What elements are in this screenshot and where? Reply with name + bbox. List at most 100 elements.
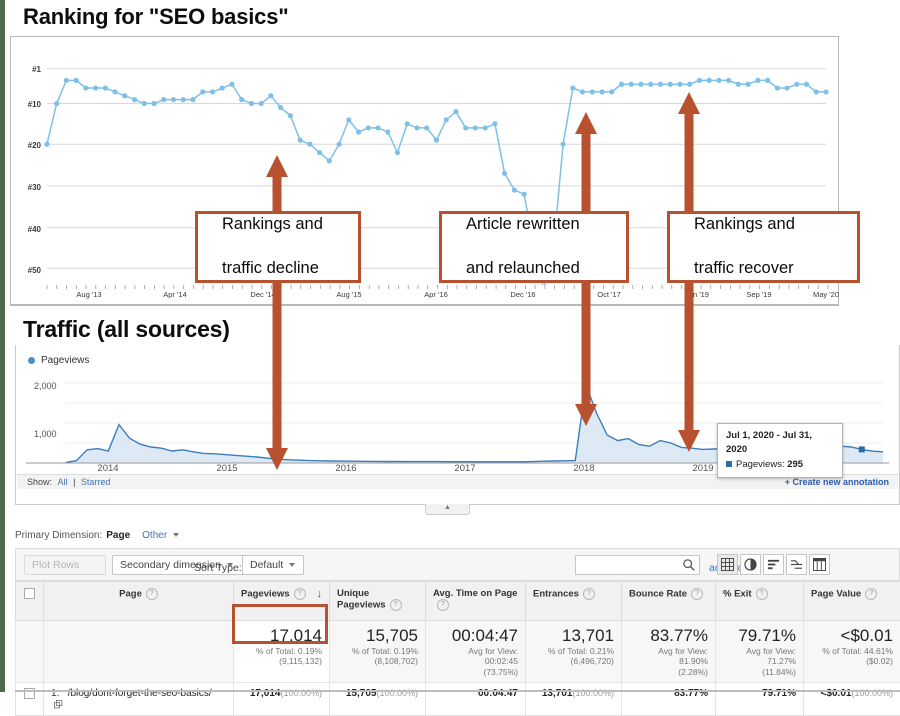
row-bounce-rate-cell: 83.77%: [622, 683, 716, 716]
sort-type-value: Default: [250, 559, 283, 571]
summary-sub1-bounce-rate: Avg for View: 81.90%: [629, 646, 708, 667]
row-page-cell: 1. /blog/dont-forget-the-seo-basics/: [44, 683, 234, 716]
traffic-xtick-2018: 2018: [573, 463, 594, 474]
show-starred-link[interactable]: Starred: [81, 477, 111, 487]
column-header-page[interactable]: Page?: [44, 582, 234, 621]
annotation-recover-line2: traffic recover: [682, 258, 795, 280]
help-icon[interactable]: ?: [865, 588, 877, 600]
search-input[interactable]: [576, 558, 676, 576]
comparison-view-button[interactable]: [786, 554, 807, 575]
performance-view-button[interactable]: [763, 554, 784, 575]
column-label-avg-time-on-page: Avg. Time on Page: [433, 588, 517, 599]
row-pageviews-cell: 17,014(100.00%): [234, 683, 330, 716]
ranking-ytick-50: #50: [15, 266, 41, 275]
sort-type-select[interactable]: Default: [242, 555, 304, 575]
column-header-exit-pct[interactable]: % Exit?: [716, 582, 804, 621]
help-icon[interactable]: ?: [437, 599, 449, 611]
chevron-down-icon: [289, 563, 295, 567]
summary-value-entrances: 13,701: [533, 626, 614, 646]
traffic-xtick-2016: 2016: [335, 463, 356, 474]
primary-dimension-row: Primary Dimension:PageOther: [15, 530, 179, 541]
pie-view-button[interactable]: [740, 554, 761, 575]
traffic-xtick-2015: 2015: [216, 463, 237, 474]
summary-sub1-page-value: % of Total: 44.61%: [811, 646, 893, 657]
column-header-bounce-rate[interactable]: Bounce Rate?: [622, 582, 716, 621]
summary-cell-unique-pageviews: 15,705 % of Total: 0.19% (8,108,702): [330, 621, 426, 683]
select-all-checkbox[interactable]: [24, 588, 35, 599]
ranking-xtick-3: Aug '15: [336, 290, 361, 299]
search-icon[interactable]: [682, 558, 696, 572]
column-label-pageviews: Pageviews: [241, 589, 290, 600]
chevron-down-icon: [173, 533, 179, 537]
help-icon[interactable]: ?: [583, 588, 595, 600]
ranking-xtick-0: Aug '13: [76, 290, 101, 299]
summary-value-bounce-rate: 83.77%: [629, 626, 708, 646]
summary-sub2-unique-pageviews: (8,108,702): [337, 656, 418, 667]
table-view-button[interactable]: [717, 554, 738, 575]
ranking-xtick-9: May '20: [813, 290, 839, 299]
traffic-ytick-1000: 1,000: [34, 429, 57, 439]
ranking-ytick-40: #40: [15, 225, 41, 234]
help-icon[interactable]: ?: [756, 588, 768, 600]
summary-cell-page-value: <$0.01 % of Total: 44.61% ($0.02): [804, 621, 900, 683]
summary-sub1-exit-pct: Avg for View: 71.27%: [723, 646, 796, 667]
show-label: Show:: [27, 477, 52, 487]
pivot-view-button[interactable]: [809, 554, 830, 575]
annotation-decline-line1: Rankings and: [210, 214, 323, 236]
search-box[interactable]: [575, 555, 700, 575]
ranking-xtick-2: Dec '14: [250, 290, 275, 299]
row-select-cell[interactable]: [16, 683, 44, 716]
sort-descending-icon[interactable]: ↓: [317, 588, 323, 600]
summary-cell-exit-pct: 79.71% Avg for View: 71.27% (11.84%): [716, 621, 804, 683]
help-icon[interactable]: ?: [390, 599, 402, 611]
summary-sub2-exit-pct: (11.84%): [723, 667, 796, 678]
annotation-callout-decline: Rankings and traffic decline: [195, 211, 361, 283]
ranking-xtick-5: Dec '16: [510, 290, 535, 299]
ranking-xtick-4: Apr '16: [424, 290, 448, 299]
primary-dimension-other-menu[interactable]: Other: [142, 530, 167, 541]
pageviews-total-highlight: [232, 604, 328, 644]
pie-chart-icon: [744, 558, 757, 571]
traffic-selected-point-marker: [859, 446, 865, 452]
create-new-annotation-link[interactable]: + Create new annotation: [785, 477, 889, 487]
traffic-xtick-2014: 2014: [97, 463, 118, 474]
open-in-new-window-icon[interactable]: [54, 700, 63, 709]
help-icon[interactable]: ?: [691, 588, 703, 600]
plot-rows-button[interactable]: Plot Rows: [24, 555, 106, 575]
summary-sub2-pageviews: (9,115,132): [241, 656, 322, 667]
ranking-xtick-7: Jan '19: [685, 290, 709, 299]
column-header-unique-pageviews[interactable]: Unique Pageviews?: [330, 582, 426, 621]
annotation-recover-line1: Rankings and: [682, 214, 795, 236]
summary-cell-bounce-rate: 83.77% Avg for View: 81.90% (2.28%): [622, 621, 716, 683]
traffic-xtick-2019: 2019: [692, 463, 713, 474]
column-header-entrances[interactable]: Entrances?: [526, 582, 622, 621]
traffic-tooltip: Jul 1, 2020 - Jul 31, 2020 Pageviews: 29…: [717, 423, 843, 478]
annotation-callout-recover: Rankings and traffic recover: [667, 211, 860, 283]
column-label-page: Page: [119, 589, 142, 600]
traffic-ytick-2000: 2,000: [34, 381, 57, 391]
ranking-ytick-10: #10: [15, 100, 41, 109]
tooltip-metric-label: Pageviews:: [736, 459, 785, 470]
ranking-ytick-20: #20: [15, 141, 41, 150]
summary-sub1-pageviews: % of Total: 0.19%: [241, 646, 322, 657]
select-all-header[interactable]: [16, 582, 44, 621]
help-icon[interactable]: ?: [294, 588, 306, 600]
column-header-avg-time-on-page[interactable]: Avg. Time on Page?: [426, 582, 526, 621]
summary-value-avg-time: 00:04:47: [433, 626, 518, 646]
column-header-page-value[interactable]: Page Value?: [804, 582, 900, 621]
summary-cell-entrances: 13,701 % of Total: 0.21% (6,496,720): [526, 621, 622, 683]
help-icon[interactable]: ?: [146, 588, 158, 600]
page-root: Ranking for "SEO basics" #1 #10 #20 #30 …: [5, 0, 900, 692]
tooltip-series-swatch: [726, 461, 732, 467]
column-label-entrances: Entrances: [533, 589, 579, 600]
performance-bars-icon: [767, 558, 780, 571]
primary-dimension-page-tab[interactable]: Page: [106, 530, 130, 541]
column-label-unique-pageviews: Unique Pageviews: [337, 588, 386, 611]
collapse-chart-handle[interactable]: ▲: [425, 504, 470, 515]
column-label-bounce-rate: Bounce Rate: [629, 589, 687, 600]
tooltip-metric-value: 295: [787, 459, 803, 470]
summary-value-page-value: <$0.01: [811, 626, 893, 646]
table-summary-row: 17,014 % of Total: 0.19% (9,115,132) 15,…: [16, 621, 900, 683]
show-all-link[interactable]: All: [58, 477, 68, 487]
pivot-table-icon: [813, 558, 826, 571]
